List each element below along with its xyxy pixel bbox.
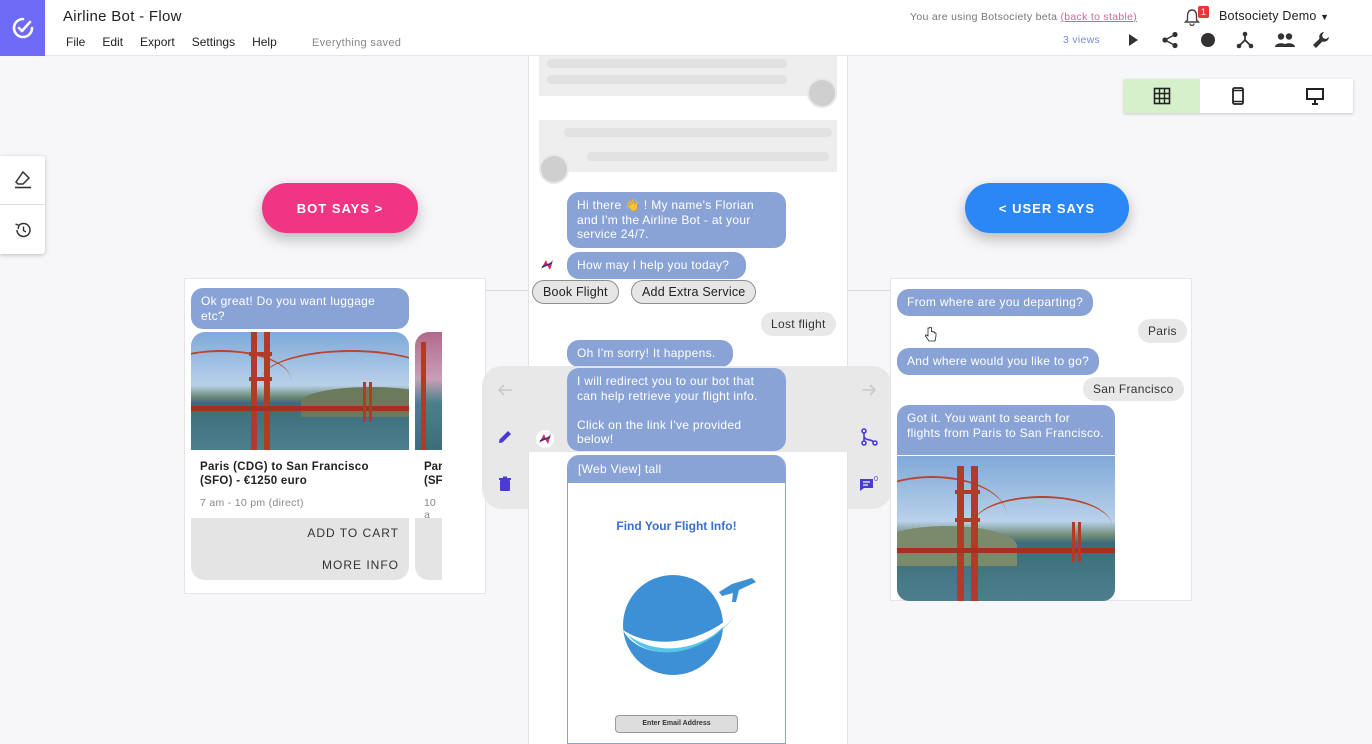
menu-settings[interactable]: Settings	[192, 35, 235, 49]
webview-card[interactable]: [Web View] tall Find Your Flight Info! E…	[567, 455, 786, 744]
quick-reply-add-extra-service[interactable]: Add Extra Service	[631, 280, 757, 304]
wrench-icon[interactable]	[1311, 30, 1331, 50]
share-icon[interactable]	[1160, 30, 1180, 50]
trash-icon[interactable]	[492, 471, 518, 497]
bot-question-destination: And where would you like to go?	[897, 348, 1100, 375]
history-icon	[14, 222, 31, 237]
hand-cursor-icon	[925, 327, 937, 342]
carousel-subtitle: 7 am - 10 pm (direct)	[200, 497, 304, 509]
project-title[interactable]: Airline Bot - Flow	[63, 8, 182, 25]
webview-title: Find Your Flight Info!	[616, 519, 737, 533]
app-header: Airline Bot - Flow File Edit Export Sett…	[0, 0, 1372, 56]
view-mode-toggle	[1124, 79, 1353, 113]
notification-badge: 1	[1198, 6, 1209, 18]
connector-line	[848, 290, 891, 291]
record-icon[interactable]	[1198, 30, 1218, 50]
pencil-icon[interactable]	[492, 424, 518, 450]
more-info-button[interactable]: MORE INFO	[322, 558, 399, 572]
desktop-view-button[interactable]	[1277, 79, 1353, 113]
connector-line	[485, 290, 529, 291]
arrow-left-icon[interactable]	[492, 377, 518, 403]
peek-image	[415, 332, 442, 450]
bot-avatar-icon	[538, 256, 556, 274]
enter-email-button[interactable]: Enter Email Address	[615, 715, 738, 733]
user-says-button[interactable]: < USER SAYS	[965, 183, 1129, 233]
grid-icon	[1153, 87, 1171, 105]
sorry-message: Oh I'm sorry! It happens.	[567, 340, 733, 367]
skeleton-message	[539, 56, 837, 96]
user-avatar	[539, 154, 569, 184]
eraser-button[interactable]	[0, 156, 45, 205]
view-count: 3 views	[1063, 34, 1101, 46]
logo-icon	[12, 17, 33, 39]
skeleton-message	[539, 120, 837, 172]
people-icon[interactable]	[1273, 30, 1297, 50]
beta-notice: You are using Botsociety beta (back to s…	[910, 11, 1137, 23]
back-to-stable-link[interactable]: (back to stable)	[1060, 11, 1137, 23]
carousel-card-peek[interactable]: Par (SF 10 a	[415, 332, 442, 580]
comment-icon[interactable]: 0	[856, 471, 882, 497]
carousel-title: Paris (CDG) to San Francisco (SFO) - €12…	[200, 461, 369, 487]
user-answer-sf: San Francisco	[1083, 377, 1184, 401]
phone-icon	[1232, 87, 1245, 105]
desktop-icon	[1305, 88, 1324, 105]
peek-title: Par (SF	[424, 461, 442, 487]
arrow-right-icon[interactable]	[856, 377, 882, 403]
add-to-cart-button[interactable]: ADD TO CART	[307, 526, 399, 540]
quick-reply-book-flight[interactable]: Book Flight	[532, 280, 619, 304]
golden-gate-image	[191, 332, 409, 450]
svg-text:0: 0	[874, 476, 878, 483]
grid-view-button[interactable]	[1124, 79, 1201, 113]
bot-message: Ok great! Do you want luggage etc?	[191, 288, 409, 329]
play-icon[interactable]	[1123, 30, 1143, 50]
account-menu[interactable]: Botsociety Demo ▼	[1219, 9, 1329, 23]
redirect-message: I will redirect you to our bot that can …	[567, 368, 786, 451]
bot-says-button[interactable]: BOT SAYS >	[262, 183, 418, 233]
question-message: How may I help you today?	[567, 252, 746, 279]
branch-icon[interactable]	[1235, 30, 1255, 50]
phone-view-button[interactable]	[1200, 79, 1276, 113]
user-message: Lost flight	[761, 312, 836, 336]
eraser-icon	[14, 171, 31, 189]
user-answer-paris: Paris	[1138, 319, 1187, 343]
webview-label: [Web View] tall	[568, 455, 785, 483]
history-button[interactable]	[0, 205, 45, 254]
user-step-card[interactable]: From where are you departing? Paris And …	[890, 278, 1192, 601]
beta-text: You are using Botsociety beta	[910, 11, 1058, 23]
user-avatar	[807, 78, 837, 108]
left-toolbar	[0, 156, 45, 254]
save-status: Everything saved	[312, 37, 402, 49]
golden-gate-image	[897, 456, 1115, 601]
menu-export[interactable]: Export	[140, 35, 175, 49]
globe-plane-icon	[623, 575, 756, 675]
carousel-card[interactable]: Paris (CDG) to San Francisco (SFO) - €12…	[191, 332, 409, 580]
menu-help[interactable]: Help	[252, 35, 277, 49]
bot-avatar-icon	[536, 430, 554, 448]
peek-subtitle: 10 a	[424, 497, 436, 521]
menu-bar: File Edit Export Settings Help	[66, 35, 294, 49]
menu-edit[interactable]: Edit	[102, 35, 123, 49]
botsociety-logo[interactable]	[0, 0, 45, 56]
greeting-message: Hi there 👋 ! My name's Florian and I'm t…	[567, 192, 786, 248]
path-icon[interactable]	[856, 424, 882, 450]
bot-confirmation: Got it. You want to search for flights f…	[897, 405, 1115, 455]
bot-step-card[interactable]: Ok great! Do you want luggage etc? Paris…	[184, 278, 486, 594]
menu-file[interactable]: File	[66, 35, 85, 49]
account-name: Botsociety Demo	[1219, 9, 1317, 23]
chevron-down-icon: ▼	[1320, 12, 1330, 22]
bot-question-departure: From where are you departing?	[897, 289, 1094, 316]
